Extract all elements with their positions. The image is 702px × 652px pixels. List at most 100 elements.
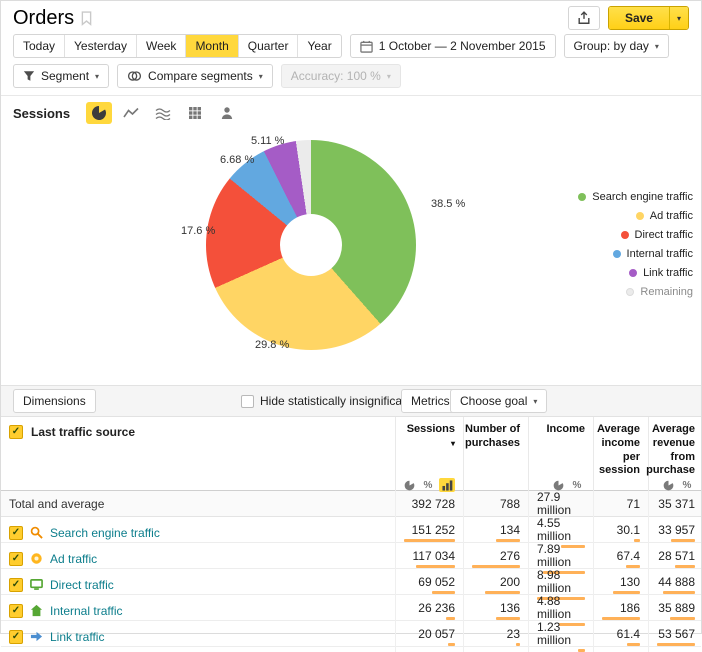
bookmark-icon[interactable] [81,11,92,26]
row-checkbox[interactable]: ✓ [9,630,23,644]
value-bar [602,617,640,620]
row-checkbox[interactable]: ✓ [9,552,23,566]
metric-value: 67.4 [617,550,640,563]
date-range-button[interactable]: 1 October — 2 November 2015 [350,34,556,58]
segment-toolbar: Segment ▾ Compare segments ▾ Accuracy: 1… [1,64,701,96]
metric-value: 23 [507,628,520,641]
compare-segments-button[interactable]: Compare segments ▾ [117,64,273,88]
bars-view-icon[interactable] [439,478,455,492]
data-grid-icon[interactable] [182,102,208,124]
dimension-link[interactable]: Link traffic [50,630,104,644]
chart-legend: Search engine traffic Ad traffic Direct tr… [578,191,693,298]
metric-value-cell: 20 057 [395,621,463,652]
legend-item[interactable]: Internal traffic [613,248,693,260]
row-checkbox[interactable]: ✓ [9,604,23,618]
value-bar [448,643,455,646]
legend-item[interactable]: Direct traffic [621,229,693,241]
save-dropdown-button[interactable]: ▾ [669,7,688,29]
value-bar [671,539,695,542]
total-row-label: Total and average [1,497,395,511]
column-header[interactable]: Average revenue from purchase% [648,417,702,497]
legend-dot [629,269,637,277]
dimension-link[interactable]: Internal traffic [50,604,122,618]
metric-value: 30.1 [617,524,640,537]
metric-value: 28 571 [658,550,695,563]
row-checkbox[interactable]: ✓ [9,578,23,592]
chart-metric-title: Sessions [13,106,70,121]
legend-item[interactable]: Search engine traffic [578,191,693,203]
value-bar [472,565,520,568]
metric-value-cell: 23 [463,621,528,652]
column-header[interactable]: Number of purchases [463,417,528,497]
page-title: Orders [13,6,74,30]
table-row: ✓Ad traffic117 0342767.89 million67.428 … [1,543,701,569]
tab-year[interactable]: Year [297,35,340,57]
hide-insignificant-checkbox[interactable] [241,395,254,408]
column-header[interactable]: Income% [528,417,593,497]
legend-label: Ad traffic [650,210,693,222]
dimension-link[interactable]: Search engine traffic [50,526,160,540]
legend-label: Link traffic [643,267,693,279]
stacked-area-icon[interactable] [150,102,176,124]
pie-view-icon[interactable] [401,478,417,492]
tab-week[interactable]: Week [136,35,185,57]
legend-label: Internal traffic [627,248,693,260]
column-header[interactable]: Sessions ▾% [395,417,463,497]
metric-value: 26 236 [418,602,455,615]
date-range-label: 1 October — 2 November 2015 [379,39,546,53]
metric-value: 186 [620,602,640,615]
segment-button[interactable]: Segment ▾ [13,64,109,88]
tab-today[interactable]: Today [14,35,64,57]
legend-dot [621,231,629,239]
legend-item[interactable]: Remaining [626,286,693,298]
legend-item[interactable]: Link traffic [629,267,693,279]
tab-quarter[interactable]: Quarter [238,35,298,57]
legend-dot [636,212,644,220]
percent-view-icon[interactable]: % [679,478,695,492]
metric-value: 130 [620,576,640,589]
column-header-label: Income [546,423,585,437]
group-by-dropdown[interactable]: Group: by day ▾ [564,34,669,58]
dimensions-button[interactable]: Dimensions [13,389,96,413]
user-source-icon[interactable] [214,102,240,124]
value-bar [675,565,695,568]
dimension-link[interactable]: Ad traffic [50,552,97,566]
funnel-icon [23,70,35,82]
value-bar [516,643,520,646]
export-button[interactable] [568,6,600,30]
pie-view-icon[interactable] [660,478,676,492]
total-value: 788 [463,491,528,517]
pie-chart-icon[interactable] [86,102,112,124]
choose-goal-label: Choose goal [460,394,527,408]
metric-value: 35 889 [658,602,695,615]
tab-yesterday[interactable]: Yesterday [64,35,136,57]
metric-value: 200 [500,576,520,589]
save-button[interactable]: Save [609,7,669,29]
select-all-checkbox[interactable]: ✓ [9,425,23,439]
choose-goal-dropdown[interactable]: Choose goal ▾ [450,389,547,413]
calendar-icon [360,40,373,53]
metric-value-cell: 53 567 [648,621,702,652]
table-header-row: ✓ Last traffic source Sessions ▾%Number … [1,417,701,491]
period-tabs: TodayYesterdayWeekMonthQuarterYear [13,34,342,58]
pie-chart[interactable] [206,140,416,350]
accuracy-label: Accuracy: 100 % [291,69,381,83]
legend-item[interactable]: Ad traffic [636,210,693,222]
metric-value: 69 052 [418,576,455,589]
line-chart-icon[interactable] [118,102,144,124]
total-value: 35 371 [648,491,702,517]
metric-value: 151 252 [412,524,455,537]
period-toolbar: TodayYesterdayWeekMonthQuarterYear 1 Oct… [1,32,701,64]
percent-view-icon[interactable]: % [569,478,585,492]
value-bar [485,591,520,594]
row-checkbox[interactable]: ✓ [9,526,23,540]
column-header[interactable]: Average income per session [593,417,648,497]
tab-month[interactable]: Month [185,35,237,57]
dimension-header-cell: ✓ Last traffic source [1,417,395,497]
dimension-link[interactable]: Direct traffic [50,578,114,592]
data-table: ✓ Last traffic source Sessions ▾%Number … [1,417,701,647]
chevron-down-icon: ▾ [677,14,681,23]
percent-view-icon[interactable]: % [420,478,436,492]
value-bar [496,539,520,542]
value-bar [663,591,695,594]
